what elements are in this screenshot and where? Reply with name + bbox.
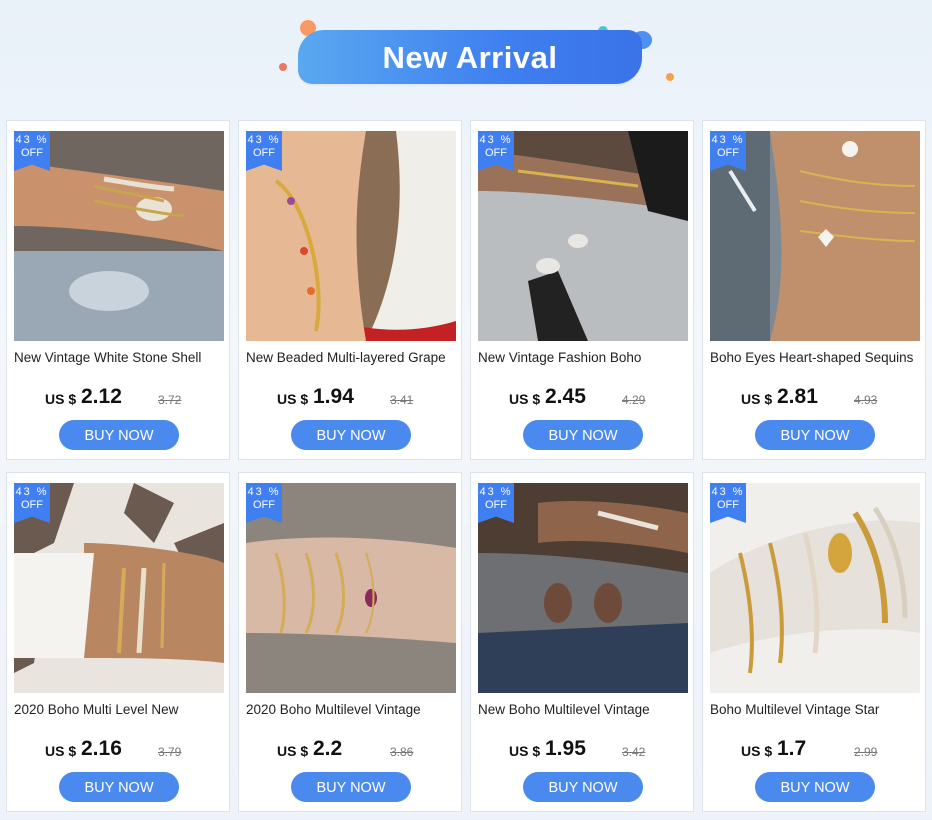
original-price: 4.93 [854, 393, 878, 407]
product-card[interactable]: 43 % OFF 2020 Boho Multilevel Vintage US… [238, 472, 462, 812]
product-card[interactable]: 43 % OFF New Beaded Multi-layered Grape … [238, 120, 462, 460]
sale-price: 2.45 [545, 385, 586, 408]
discount-off: OFF [485, 147, 507, 159]
currency-label: US $ [509, 391, 541, 407]
sale-price: 2.81 [777, 385, 818, 408]
original-price: 3.72 [158, 393, 182, 407]
price-row: US $ 1.94 3.41 [239, 385, 461, 413]
product-title[interactable]: New Beaded Multi-layered Grape [246, 350, 458, 368]
original-price: 2.99 [854, 745, 878, 759]
discount-percent: 43 % [247, 486, 281, 498]
decor-dot [666, 73, 674, 81]
buy-now-button[interactable]: BUY NOW [523, 772, 643, 802]
price-row: US $ 1.95 3.42 [471, 737, 693, 765]
discount-off: OFF [253, 499, 275, 511]
discount-off: OFF [717, 147, 739, 159]
banner-title: New Arrival [382, 40, 558, 75]
buy-now-button[interactable]: BUY NOW [59, 772, 179, 802]
price-row: US $ 1.7 2.99 [703, 737, 925, 765]
buy-now-button[interactable]: BUY NOW [523, 420, 643, 450]
original-price: 3.79 [158, 745, 182, 759]
product-grid: 43 % OFF New Vintage White Stone Shell U… [6, 120, 932, 820]
sale-price: 2.12 [81, 385, 122, 408]
buy-now-button[interactable]: BUY NOW [755, 420, 875, 450]
banner-ribbon: New Arrival [298, 30, 642, 84]
discount-percent: 43 % [479, 134, 513, 146]
original-price: 3.42 [622, 745, 646, 759]
price-row: US $ 2.2 3.86 [239, 737, 461, 765]
sale-price: 1.7 [777, 737, 807, 760]
sale-price: 2.16 [81, 737, 122, 760]
product-card[interactable]: 43 % OFF Boho Eyes Heart-shaped Sequins … [702, 120, 926, 460]
discount-percent: 43 % [15, 134, 49, 146]
currency-label: US $ [509, 743, 541, 759]
original-price: 3.86 [390, 745, 414, 759]
original-price: 4.29 [622, 393, 646, 407]
discount-percent: 43 % [479, 486, 513, 498]
sale-price: 2.2 [313, 737, 343, 760]
product-title[interactable]: Boho Multilevel Vintage Star [710, 702, 922, 720]
currency-label: US $ [277, 743, 309, 759]
product-card[interactable]: 43 % OFF New Vintage Fashion Boho US $ 2… [470, 120, 694, 460]
discount-off: OFF [717, 499, 739, 511]
product-card[interactable]: 43 % OFF New Vintage White Stone Shell U… [6, 120, 230, 460]
currency-label: US $ [741, 743, 773, 759]
buy-now-button[interactable]: BUY NOW [755, 772, 875, 802]
buy-now-button[interactable]: BUY NOW [291, 772, 411, 802]
buy-now-button[interactable]: BUY NOW [59, 420, 179, 450]
currency-label: US $ [45, 391, 77, 407]
discount-off: OFF [21, 147, 43, 159]
discount-off: OFF [485, 499, 507, 511]
discount-percent: 43 % [711, 486, 745, 498]
currency-label: US $ [741, 391, 773, 407]
sale-price: 1.95 [545, 737, 586, 760]
product-card[interactable]: 43 % OFF New Boho Multilevel Vintage US … [470, 472, 694, 812]
banner: New Arrival [0, 0, 932, 110]
discount-off: OFF [21, 499, 43, 511]
currency-label: US $ [277, 391, 309, 407]
currency-label: US $ [45, 743, 77, 759]
product-title[interactable]: 2020 Boho Multi Level New [14, 702, 226, 720]
product-card[interactable]: 43 % OFF 2020 Boho Multi Level New US $ … [6, 472, 230, 812]
decor-dot [279, 63, 287, 71]
discount-percent: 43 % [247, 134, 281, 146]
discount-percent: 43 % [15, 486, 49, 498]
product-title[interactable]: Boho Eyes Heart-shaped Sequins [710, 350, 922, 368]
price-row: US $ 2.81 4.93 [703, 385, 925, 413]
price-row: US $ 2.16 3.79 [7, 737, 229, 765]
product-title[interactable]: New Boho Multilevel Vintage [478, 702, 690, 720]
discount-off: OFF [253, 147, 275, 159]
price-row: US $ 2.45 4.29 [471, 385, 693, 413]
sale-price: 1.94 [313, 385, 354, 408]
product-card[interactable]: 43 % OFF Boho Multilevel Vintage Star US… [702, 472, 926, 812]
product-title[interactable]: 2020 Boho Multilevel Vintage [246, 702, 458, 720]
original-price: 3.41 [390, 393, 414, 407]
discount-percent: 43 % [711, 134, 745, 146]
product-title[interactable]: New Vintage Fashion Boho [478, 350, 690, 368]
price-row: US $ 2.12 3.72 [7, 385, 229, 413]
buy-now-button[interactable]: BUY NOW [291, 420, 411, 450]
product-title[interactable]: New Vintage White Stone Shell [14, 350, 226, 368]
